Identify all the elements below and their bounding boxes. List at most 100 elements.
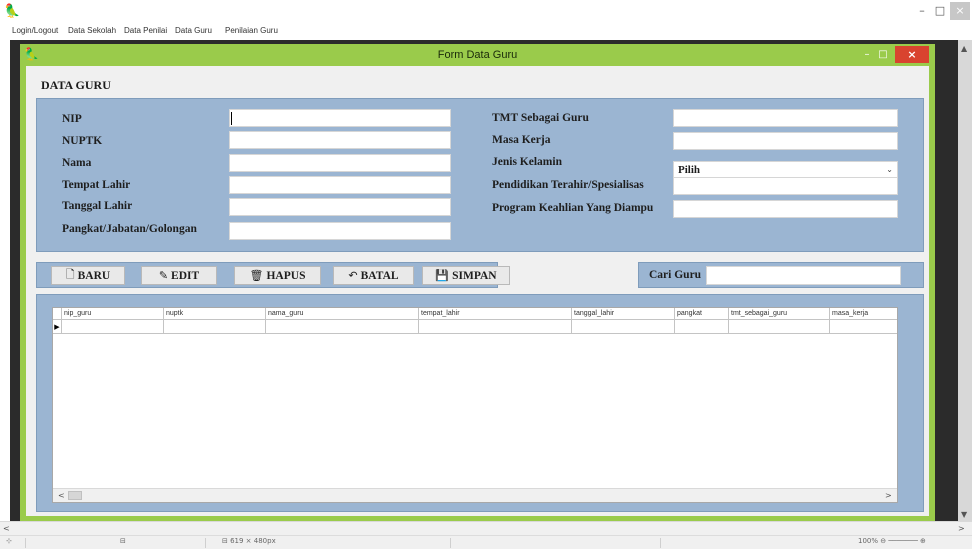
column-header[interactable]: tanggal_lahir [572,308,675,320]
data-grid[interactable]: nip_guru nuptk nama_guru tempat_lahir ta… [52,307,898,503]
table-cell[interactable] [266,320,419,334]
edit-icon: ✎ [158,270,169,282]
status-dimensions: ⊟ 619 × 480px [222,537,276,545]
text-caret [231,112,232,125]
table-cell[interactable] [572,320,675,334]
delete-icon: 🗑 [249,270,264,282]
column-header[interactable]: pangkat [675,308,729,320]
fields-panel: NIP NUPTK Nama Tempat Lahir Tanggal Lahi… [36,98,924,252]
menu-penilaian-guru[interactable]: Penilaian Guru [225,26,278,35]
tmt-field[interactable] [673,109,898,127]
label-masa-kerja: Masa Kerja [492,134,551,146]
form-data-guru-window: 🦜 Form Data Guru – □ × DATA GURU NIP NUP… [20,44,935,522]
baru-label: BARU [77,269,111,282]
status-selection: ⊟ [120,537,126,545]
column-header[interactable]: tempat_lahir [419,308,572,320]
table-cell[interactable] [164,320,266,334]
grid-panel: nip_guru nuptk nama_guru tempat_lahir ta… [36,294,924,512]
nuptk-field[interactable] [229,131,451,149]
hapus-button[interactable]: 🗑 HAPUS [234,266,321,285]
label-nuptk: NUPTK [62,135,103,147]
label-program-keahlian: Program Keahlian Yang Diampu [492,202,654,214]
column-header[interactable]: nama_guru [266,308,419,320]
simpan-button[interactable]: 💾 SIMPAN [422,266,510,285]
grid-header: nip_guru nuptk nama_guru tempat_lahir ta… [53,308,897,320]
label-nama: Nama [62,157,92,169]
table-cell[interactable] [830,320,897,334]
column-header[interactable]: tmt_sebagai_guru [729,308,830,320]
app-icon: 🦜 [4,4,21,19]
label-tmt: TMT Sebagai Guru [492,112,589,124]
new-icon: 🗋 [65,269,75,281]
simpan-label: SIMPAN [452,269,497,282]
chevron-down-icon[interactable]: ⌄ [886,165,893,174]
pendidikan-field[interactable] [673,177,898,195]
menu-login-logout[interactable]: Login/Logout [12,26,58,35]
label-tempat-lahir: Tempat Lahir [62,179,131,191]
search-input[interactable] [706,266,901,285]
menu-data-guru[interactable]: Data Guru [175,26,212,35]
section-title: DATA GURU [41,78,111,92]
hapus-label: HAPUS [266,269,306,282]
status-divider [660,538,661,548]
label-tanggal-lahir: Tanggal Lahir [62,200,133,212]
table-cell[interactable] [675,320,729,334]
form-maximize-button[interactable]: □ [877,48,889,62]
form-body: DATA GURU NIP NUPTK Nama Tempat Lahir Ta… [26,66,929,516]
form-minimize-button[interactable]: – [861,48,873,62]
table-cell[interactable] [62,320,164,334]
label-jenis-kelamin: Jenis Kelamin [492,156,562,168]
action-toolbar: 🗋 BARU ✎ EDIT 🗑 HAPUS ↶ BATAL 💾 SIMPAN [36,262,510,288]
search-label: Cari Guru [649,269,702,281]
masa-kerja-field[interactable] [673,132,898,150]
app-minimize-button[interactable]: – [915,2,929,20]
table-cell[interactable] [729,320,830,334]
app-maximize-button[interactable]: □ [933,2,947,20]
statusbar: ⊹ ⊟ ⊟ 619 × 480px 100% ⊖ ─────── ⊕ [0,535,972,549]
form-titlebar[interactable]: 🦜 Form Data Guru – □ × [20,44,935,66]
label-pendidikan: Pendidikan Terahir/Spesialisas [492,179,644,191]
scroll-down-icon[interactable]: ▼ [961,510,967,519]
edit-label: EDIT [171,269,200,282]
baru-button[interactable]: 🗋 BARU [51,266,125,285]
jenis-kelamin-value: Pilih [678,164,701,176]
label-nip: NIP [62,113,82,125]
table-cell[interactable] [419,320,572,334]
grid-horizontal-scrollbar[interactable]: < > [53,488,897,502]
horizontal-scrollbar[interactable]: < > [0,521,972,535]
column-header[interactable]: masa_kerja [830,308,897,320]
scroll-right-icon[interactable]: > [958,524,965,533]
pangkat-field[interactable] [229,222,451,240]
scroll-left-icon[interactable]: < [3,524,10,533]
table-row[interactable] [53,320,897,334]
zoom-control[interactable]: 100% ⊖ ─────── ⊕ [858,537,926,545]
status-cursor-icon: ⊹ [6,537,12,545]
menu-data-sekolah[interactable]: Data Sekolah [68,26,116,35]
column-header[interactable]: nip_guru [62,308,164,320]
app-close-button[interactable]: × [950,2,970,20]
edit-button[interactable]: ✎ EDIT [141,266,217,285]
label-pangkat: Pangkat/Jabatan/Golongan [62,223,197,235]
menu-data-penilai[interactable]: Data Penilai [124,26,167,35]
scroll-up-icon[interactable]: ▲ [961,44,967,53]
scroll-left-icon[interactable]: < [58,491,65,500]
menubar: Login/Logout Data Sekolah Data Penilai D… [0,24,972,40]
tempat-lahir-field[interactable] [229,176,451,194]
form-close-button[interactable]: × [895,46,929,63]
nip-field[interactable] [229,109,451,127]
tanggal-lahir-field[interactable] [229,198,451,216]
header-corner [53,308,62,320]
status-divider [205,538,206,548]
nama-field[interactable] [229,154,451,172]
form-title: Form Data Guru [437,49,518,61]
program-keahlian-field[interactable] [673,200,898,218]
vertical-scrollbar[interactable]: ▲ ▼ [958,40,972,530]
save-icon: 💾 [435,270,450,282]
scroll-right-icon[interactable]: > [885,491,892,500]
scroll-thumb[interactable] [68,491,82,500]
column-header[interactable]: nuptk [164,308,266,320]
batal-label: BATAL [360,269,399,282]
app-titlebar: 🦜 – □ × [0,0,972,24]
cancel-icon: ↶ [348,270,358,282]
batal-button[interactable]: ↶ BATAL [333,266,414,285]
